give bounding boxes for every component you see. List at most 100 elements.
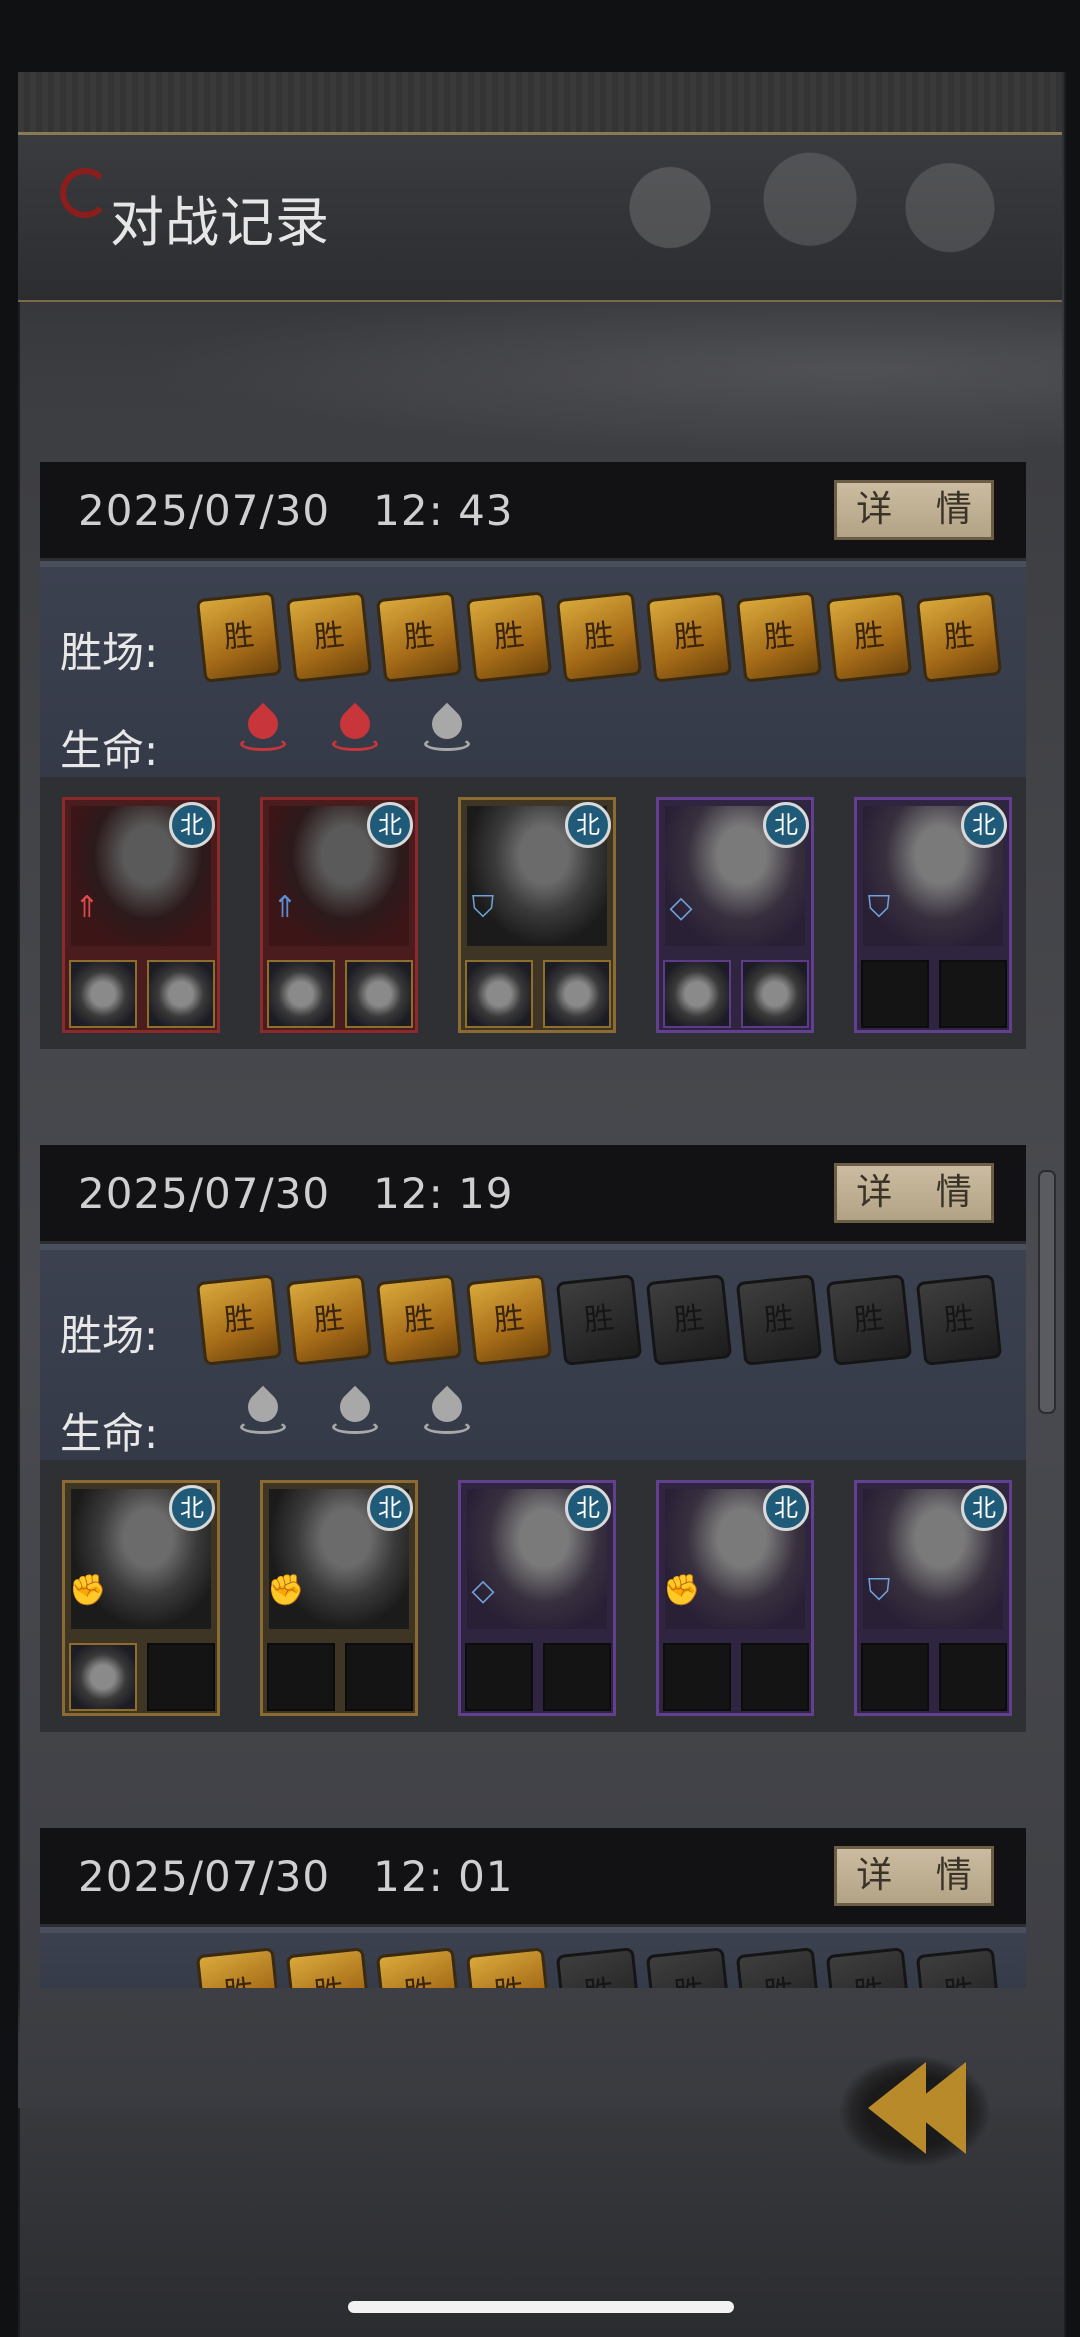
win-token-icon: 胜 [465,1274,553,1366]
pouch-item-icon[interactable] [663,960,731,1028]
win-token-icon: 胜 [375,591,463,683]
life-drops [240,1392,470,1438]
detail-button[interactable]: 详 情 [834,1163,994,1223]
fist-blue-icon: ✊ [267,1573,305,1608]
hero-card[interactable]: 北 ⛉ [458,797,616,1033]
record-time: 12: 01 [373,1852,514,1901]
alpaca-item-icon[interactable] [741,960,809,1028]
hero-card[interactable]: 北 ◇ [458,1480,616,1716]
hero-lineup: 北 ⇑ 北 ⇑ 北 ⛉ 北 ◇ 北 ⛉ [40,777,1026,1049]
chevron-left-icon [908,2062,966,2154]
record-datetime: 2025/07/30 12: 01 [78,1852,514,1901]
win-tokens: 胜胜胜胜胜胜胜胜胜 [195,1274,1003,1366]
empty-item-slot[interactable] [861,960,929,1028]
win-token-icon: 胜 [825,1947,913,1988]
armor-item-icon[interactable] [69,1643,137,1711]
life-drop-icon [240,709,286,755]
detail-button[interactable]: 详 情 [834,480,994,540]
empty-item-slot[interactable] [741,1643,809,1711]
record-date: 2025/07/30 [78,486,331,535]
crescent-icon [60,168,110,218]
win-token-icon: 胜 [555,591,643,683]
mask-item-icon[interactable] [345,960,413,1028]
win-token-icon: 胜 [915,591,1003,683]
win-token-icon: 胜 [555,1274,643,1366]
gauntlet-item-icon[interactable] [465,960,533,1028]
life-drop-icon [240,1392,286,1438]
win-token-icon: 胜 [915,1274,1003,1366]
record-datetime: 2025/07/30 12: 19 [78,1169,514,1218]
empty-item-slot[interactable] [861,1643,929,1711]
arrow-up-red-icon: ⇑ [74,890,100,925]
faction-badge-icon: 北 [169,1485,215,1531]
ring-item-icon[interactable] [147,960,215,1028]
empty-item-slot[interactable] [465,1643,533,1711]
title-bar-trim [18,72,1062,135]
hero-card[interactable]: 北 ✊ [260,1480,418,1716]
mist-decoration [18,300,1062,470]
faction-badge-icon: 北 [961,802,1007,848]
win-token-icon: 胜 [375,1947,463,1988]
diamond-icon: ◇ [669,890,693,925]
scrollbar[interactable] [1038,1170,1056,1414]
shield-icon: ⛉ [867,1573,891,1608]
hero-card[interactable]: 北 ✊ [62,1480,220,1716]
win-token-icon: 胜 [285,1274,373,1366]
win-token-icon: 胜 [285,591,373,683]
gauntlet-item-icon[interactable] [543,960,611,1028]
win-token-icon: 胜 [195,591,283,683]
record-time: 12: 19 [373,1169,514,1218]
life-drop-icon [424,1392,470,1438]
fist-red-icon: ✊ [663,1573,701,1608]
hero-card[interactable]: 北 ✊ [656,1480,814,1716]
faction-badge-icon: 北 [565,802,611,848]
detail-button[interactable]: 详 情 [834,1846,994,1906]
faction-badge-icon: 北 [763,802,809,848]
faction-badge-icon: 北 [169,802,215,848]
hero-card[interactable]: 北 ⛉ [854,1480,1012,1716]
win-token-icon: 胜 [645,1947,733,1988]
win-token-icon: 胜 [195,1274,283,1366]
home-indicator[interactable] [348,2301,734,2313]
record-time: 12: 43 [373,486,514,535]
bracelet-item-icon[interactable] [69,960,137,1028]
faction-badge-icon: 北 [565,1485,611,1531]
page-title: 对战记录 [110,191,330,254]
record-stats: 胜场: 胜胜胜胜胜胜胜胜胜 生命: [40,561,1026,777]
record-stats: 胜场: 胜胜胜胜胜胜胜胜胜 生命: [40,1244,1026,1460]
hero-card[interactable]: 北 ⇑ [260,797,418,1033]
empty-item-slot[interactable] [543,1643,611,1711]
empty-item-slot[interactable] [147,1643,215,1711]
shield-icon: ⛉ [471,890,495,925]
empty-item-slot[interactable] [663,1643,731,1711]
battle-record: 2025/07/30 12: 43 详 情 胜场: 胜胜胜胜胜胜胜胜胜 生命: … [40,462,1026,1049]
win-token-icon: 胜 [825,1274,913,1366]
win-token-icon: 胜 [915,1947,1003,1988]
empty-item-slot[interactable] [267,1643,335,1711]
life-drops [240,709,470,755]
empty-item-slot[interactable] [345,1643,413,1711]
record-header: 2025/07/30 12: 43 详 情 [40,462,1026,561]
back-button[interactable] [820,2036,1010,2176]
empty-item-slot[interactable] [939,960,1007,1028]
win-token-icon: 胜 [285,1947,373,1988]
win-token-icon: 胜 [735,1274,823,1366]
fist-red-icon: ✊ [69,1573,107,1608]
life-label: 生命: [60,1409,159,1458]
life-drop-icon [332,709,378,755]
faction-badge-icon: 北 [367,1485,413,1531]
faction-badge-icon: 北 [367,802,413,848]
record-date: 2025/07/30 [78,1852,331,1901]
win-token-icon: 胜 [555,1947,643,1988]
hero-card[interactable]: 北 ◇ [656,797,814,1033]
win-token-icon: 胜 [645,591,733,683]
empty-item-slot[interactable] [939,1643,1007,1711]
pouch-item-icon[interactable] [267,960,335,1028]
arrow-up-blue-icon: ⇑ [272,890,298,925]
battle-record: 2025/07/30 12: 19 详 情 胜场: 胜胜胜胜胜胜胜胜胜 生命: … [40,1145,1026,1732]
record-date: 2025/07/30 [78,1169,331,1218]
hero-card[interactable]: 北 ⇑ [62,797,220,1033]
diamond-icon: ◇ [471,1573,495,1608]
win-tokens: 胜胜胜胜胜胜胜胜胜 [195,591,1003,683]
hero-card[interactable]: 北 ⛉ [854,797,1012,1033]
